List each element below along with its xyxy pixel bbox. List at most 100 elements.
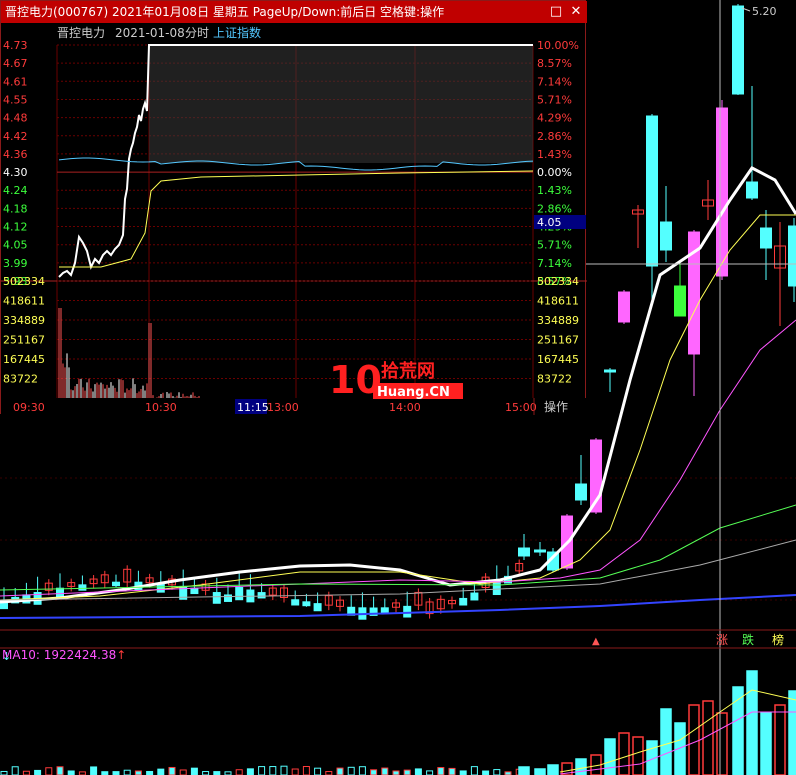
restore-button[interactable]: □	[547, 1, 565, 23]
volume-bar	[325, 771, 333, 775]
volume-bar	[547, 764, 559, 775]
price-axis-label: 3.99	[3, 257, 28, 270]
volume-bar	[67, 770, 75, 775]
volume-bar	[280, 765, 288, 775]
volume-bar	[336, 767, 344, 775]
close-button[interactable]: ✕	[567, 1, 585, 23]
volume-bar	[493, 769, 501, 775]
volume-bar	[618, 732, 630, 775]
time-axis-label: 15:00	[505, 401, 537, 414]
operate-button[interactable]: 操作	[544, 399, 568, 414]
candle-body	[732, 5, 744, 95]
signal-arrow-icon: ▲	[592, 636, 600, 647]
price-axis-label: 4.30	[3, 166, 28, 179]
volume-axis-label: 251167	[3, 334, 45, 347]
volume-bar	[90, 766, 98, 775]
candle-body	[403, 605, 412, 618]
candle-body	[257, 592, 266, 599]
volume-bar	[632, 736, 644, 775]
limit-up-band	[149, 45, 533, 163]
price-axis-label: 4.05	[3, 239, 28, 252]
close-icon: ✕	[570, 4, 582, 19]
candle-body	[470, 592, 479, 601]
intraday-popup-window[interactable]: 晋控电力(000767) 2021年01月08日 星期五 PageUp/Down…	[0, 0, 587, 415]
volume-bar	[179, 769, 187, 775]
candle-body	[313, 603, 322, 612]
volume-bars	[0, 670, 796, 775]
candle-body	[746, 181, 758, 199]
time-axis-label: 09:30	[13, 401, 45, 414]
price-axis-label: 4.61	[3, 75, 28, 88]
time-axis-label: 13:00	[267, 401, 299, 414]
candle-body	[534, 549, 546, 553]
volume-axis-label-right: 251167	[537, 334, 579, 347]
volume-bar	[213, 771, 221, 775]
volume-bar	[314, 767, 322, 775]
volume-bar	[235, 769, 243, 775]
volume-axis-label-right: 418611	[537, 295, 579, 308]
pct-axis-label: 0.00%	[537, 166, 572, 179]
volume-axis-label-right: 502334	[537, 275, 579, 288]
volume-bar	[56, 766, 64, 775]
candle-body	[760, 227, 772, 249]
volume-bar	[660, 708, 672, 775]
candle-body	[78, 584, 87, 591]
volume-bar	[34, 769, 42, 775]
ma10-up-arrow-icon: ↑	[116, 648, 127, 662]
volume-bar	[392, 770, 400, 775]
pct-axis-label: 5.71%	[537, 93, 572, 106]
price-axis-label: 4.24	[3, 184, 28, 197]
candle-body	[674, 285, 686, 317]
candle-body	[224, 594, 232, 602]
volume-bar	[534, 768, 546, 775]
candle-body	[604, 369, 616, 373]
popup-title-bar[interactable]: 晋控电力(000767) 2021年01月08日 星期五 PageUp/Down…	[1, 1, 587, 23]
signal-rank-label: 榜	[772, 632, 784, 647]
volume-bar	[448, 767, 456, 775]
volume-bar	[370, 769, 378, 775]
ma30-line	[0, 504, 796, 591]
volume-axis-label-right: 83722	[537, 373, 572, 386]
intraday-volume-bars	[58, 308, 200, 398]
volume-bar	[774, 704, 786, 775]
volume-bar	[746, 670, 758, 775]
price-axis-label: 4.48	[3, 112, 28, 125]
volume-bar	[269, 766, 277, 775]
pct-axis-label: 7.14%	[537, 75, 572, 88]
candle-body	[459, 597, 468, 606]
volume-bar	[157, 768, 165, 775]
candle-body	[190, 587, 199, 595]
stock-name-label: 晋控电力	[57, 26, 105, 40]
watermark-logo: 10 拾荒网 Huang.CN	[329, 358, 463, 402]
volume-bar	[302, 766, 310, 775]
volume-axis-label: 83722	[3, 373, 38, 386]
ma10-volume-label: MA10: 1922424.38↑	[2, 648, 126, 662]
volume-bar	[437, 767, 445, 775]
volume-bar	[291, 768, 299, 775]
pct-axis-label: 7.14%	[537, 257, 572, 270]
pct-axis-label: 5.71%	[537, 239, 572, 252]
candle-body	[112, 581, 120, 587]
volume-bar	[760, 712, 772, 775]
candle-body	[618, 291, 630, 323]
price-axis-label: 4.42	[3, 130, 28, 143]
volume-bar	[22, 770, 30, 775]
intraday-chart[interactable]: 晋控电力 2021-01-08 分时 上证指数 4.73 10.00% 4.67 8.…	[1, 23, 587, 415]
price-axis-label: 4.12	[3, 221, 28, 234]
volume-bar	[459, 770, 467, 775]
volume-bar	[688, 704, 700, 775]
volume-bar	[202, 771, 210, 775]
candle-body	[492, 581, 501, 596]
volume-bar	[45, 767, 53, 775]
volume-bar	[146, 770, 154, 775]
volume-bar	[403, 769, 411, 775]
volume-bar	[347, 766, 355, 775]
index-overlay-label[interactable]: 上证指数	[213, 25, 261, 40]
pct-axis-label: 10.00%	[537, 39, 579, 52]
pct-axis-label: 2.86%	[537, 130, 572, 143]
high-price-label: 5.20	[752, 5, 777, 18]
pct-axis-label: 2.86%	[537, 202, 572, 215]
candle-body	[291, 599, 300, 606]
price-axis-label: 4.55	[3, 93, 28, 106]
volume-bar	[258, 766, 266, 775]
